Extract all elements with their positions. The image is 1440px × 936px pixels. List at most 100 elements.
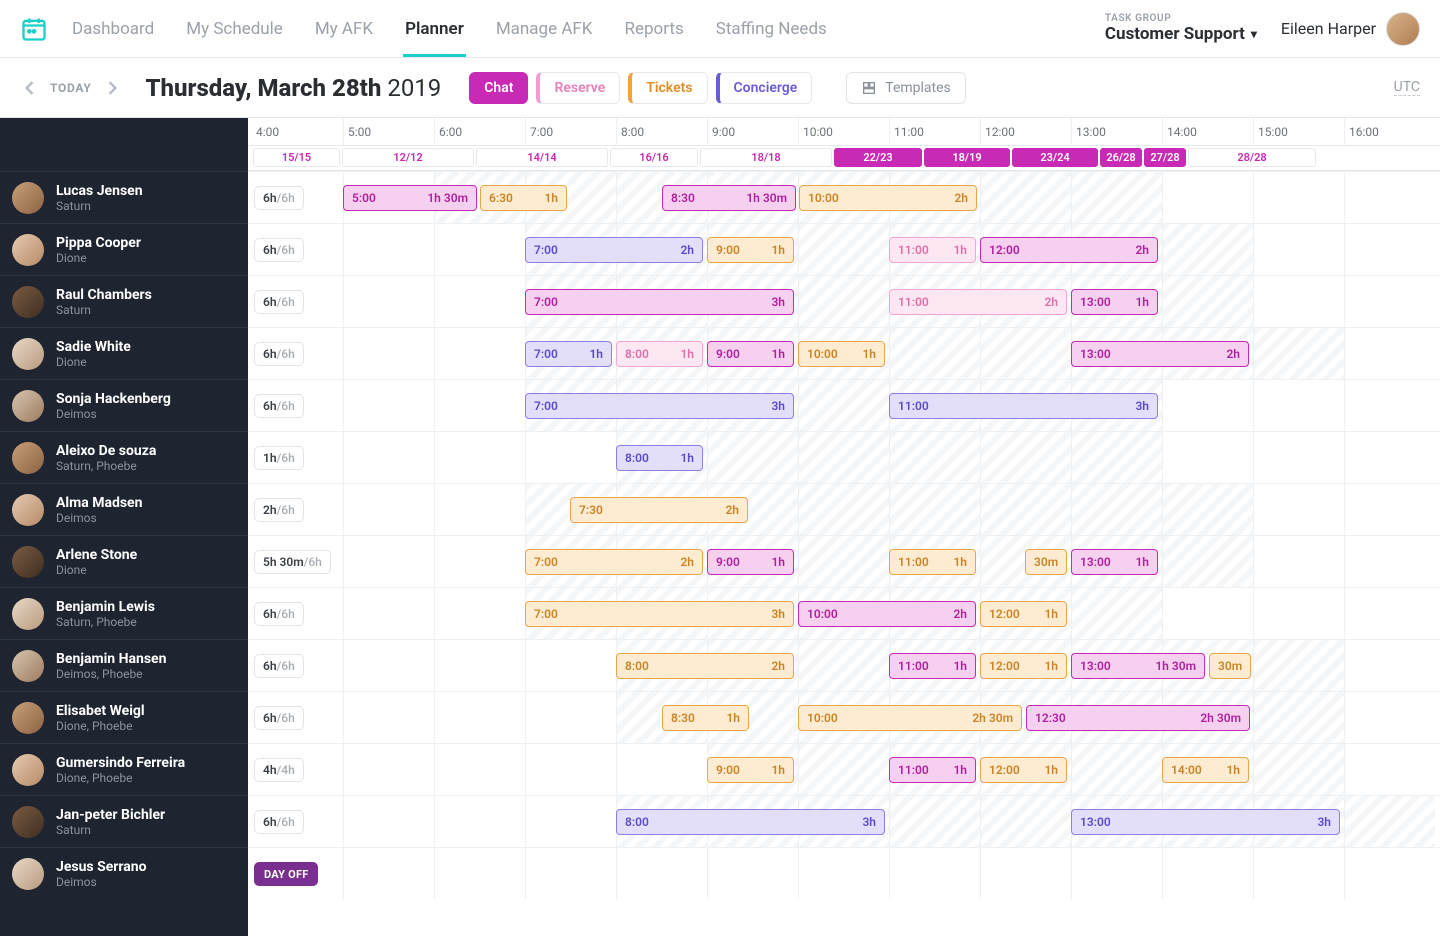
capacity-row: 15/1512/1214/1416/1618/1822/2318/1923/24… [248,146,1440,171]
schedule-block-concierge[interactable]: 7:002h [525,237,703,263]
block-start: 13:00 [1080,659,1111,673]
schedule-block-chat[interactable]: 11:001h [889,757,976,783]
person-row[interactable]: Jan-peter BichlerSaturn [0,795,248,847]
schedule-block-reserve[interactable]: 11:001h [889,237,976,263]
schedule-block-tickets[interactable]: 7:003h [525,601,794,627]
person-row[interactable]: Arlene StoneDione [0,535,248,587]
person-row[interactable]: Jesus SerranoDeimos [0,847,248,899]
schedule-block-tickets[interactable]: 14:001h [1162,757,1249,783]
schedule-block-tickets[interactable]: 10:001h [798,341,885,367]
person-row[interactable]: Gumersindo FerreiraDione, Phoebe [0,743,248,795]
person-row[interactable]: Benjamin LewisSaturn, Phoebe [0,587,248,639]
block-start: 8:30 [671,711,695,725]
schedule-block-concierge[interactable]: 8:003h [616,809,885,835]
task-group-selector[interactable]: TASK GROUP Customer Support▾ [1105,13,1257,44]
schedule-block-chat[interactable]: 12:302h 30m [1026,705,1250,731]
hours-pill: 6h/6h [254,342,304,366]
person-row[interactable]: Alma MadsenDeimos [0,483,248,535]
person-row[interactable]: Benjamin HansenDeimos, Phoebe [0,639,248,691]
chip-concierge[interactable]: Concierge [716,72,813,104]
schedule-block-tickets[interactable]: 12:001h [980,653,1067,679]
schedule-block-chat[interactable]: 5:001h 30m [343,185,477,211]
capacity-cell: 15/15 [253,148,340,167]
schedule-block-chat[interactable]: 9:001h [707,549,794,575]
person-team: Deimos [56,511,142,525]
next-day-button[interactable] [102,78,122,98]
person-row[interactable]: Pippa CooperDione [0,223,248,275]
timeline-row: 1h/6h8:001h [248,431,1440,483]
person-row[interactable]: Elisabet WeiglDione, Phoebe [0,691,248,743]
schedule-block-reserve[interactable]: 11:002h [889,289,1067,315]
schedule-block-tickets[interactable]: 8:002h [616,653,794,679]
schedule-block-tickets[interactable]: 7:302h [570,497,748,523]
hour-label: 16:00 [1344,118,1435,145]
nav-tab-my-afk[interactable]: My AFK [313,1,375,57]
schedule-block-tickets[interactable]: 12:001h [980,757,1067,783]
schedule-block-tickets[interactable]: 9:001h [707,237,794,263]
schedule-block-tickets[interactable]: 30m [1025,549,1067,575]
schedule-block-concierge[interactable]: 8:001h [616,445,703,471]
schedule-block-concierge[interactable]: 11:003h [889,393,1158,419]
schedule-block-chat[interactable]: 13:001h [1071,549,1158,575]
nav-tab-my-schedule[interactable]: My Schedule [184,1,285,57]
timezone-selector[interactable]: UTC [1394,79,1420,96]
schedule-block-chat[interactable]: 12:002h [980,237,1158,263]
schedule-block-chat[interactable]: 7:003h [525,289,794,315]
avatar [12,442,44,474]
block-start: 7:30 [579,503,603,517]
avatar [12,858,44,890]
schedule-block-tickets[interactable]: 9:001h [707,757,794,783]
schedule-block-tickets[interactable]: 6:301h [480,185,567,211]
schedule-block-chat[interactable]: 8:301h 30m [662,185,796,211]
nav-tab-reports[interactable]: Reports [622,1,685,57]
chip-reserve[interactable]: Reserve [536,72,620,104]
timeline-row: 2h/6h7:302h [248,483,1440,535]
schedule-block-reserve[interactable]: 8:001h [616,341,703,367]
timeline-row: 6h/6h8:003h13:003h [248,795,1440,847]
hour-label: 9:00 [707,118,798,145]
schedule-block-chat[interactable]: 13:001h [1071,289,1158,315]
today-button[interactable]: TODAY [50,81,92,95]
schedule-block-tickets[interactable]: 10:00 2h 30m [798,705,1022,731]
avatar [1386,12,1420,46]
templates-button[interactable]: Templates [846,72,966,104]
nav-tab-dashboard[interactable]: Dashboard [70,1,156,57]
nav-tab-staffing-needs[interactable]: Staffing Needs [714,1,829,57]
person-row[interactable]: Raul ChambersSaturn [0,275,248,327]
schedule-block-chat[interactable]: 11:001h [889,653,976,679]
task-group-label: TASK GROUP [1105,13,1257,24]
nav-tab-planner[interactable]: Planner [403,1,466,57]
person-row[interactable]: Sonja HackenbergDeimos [0,379,248,431]
schedule-block-chat[interactable]: 13:001h 30m [1071,653,1205,679]
nav-tab-manage-afk[interactable]: Manage AFK [494,1,595,57]
timeline: 4:005:006:007:008:009:0010:0011:0012:001… [248,118,1440,936]
prev-day-button[interactable] [20,78,40,98]
schedule-block-chat[interactable]: 10:002h [798,601,976,627]
schedule-block-concierge[interactable]: 7:001h [525,341,612,367]
chip-tickets[interactable]: Tickets [628,72,707,104]
block-start: 10:00 [807,711,838,725]
block-duration: 1h 30m [427,191,468,205]
schedule-block-chat[interactable]: 13:002h [1071,341,1249,367]
user-menu[interactable]: Eileen Harper [1281,12,1420,46]
schedule-block-tickets[interactable]: 10:002h [799,185,977,211]
schedule-block-chat[interactable]: 9:001h [707,341,794,367]
person-row[interactable]: Sadie WhiteDione [0,327,248,379]
person-row[interactable]: Aleixo De souzaSaturn, Phoebe [0,431,248,483]
schedule-block-concierge[interactable]: 7:003h [525,393,794,419]
block-duration: 1h [589,347,603,361]
block-start: 11:00 [898,399,929,413]
person-name: Jesus Serrano [56,859,147,875]
schedule-block-tickets[interactable]: 30m [1209,653,1251,679]
block-duration: 1h [771,555,785,569]
schedule-block-tickets[interactable]: 11:001h [889,549,976,575]
schedule-block-concierge[interactable]: 13:003h [1071,809,1340,835]
block-start: 13:00 [1080,815,1111,829]
block-duration: 2h 30m [972,711,1013,725]
chip-chat[interactable]: Chat [469,72,528,104]
schedule-block-tickets[interactable]: 7:002h [525,549,703,575]
schedule-block-tickets[interactable]: 8:301h [662,705,749,731]
person-row[interactable]: Lucas JensenSaturn [0,171,248,223]
timeline-row: 6h/6h7:003h11:002h13:001h [248,275,1440,327]
schedule-block-tickets[interactable]: 12:001h [980,601,1067,627]
